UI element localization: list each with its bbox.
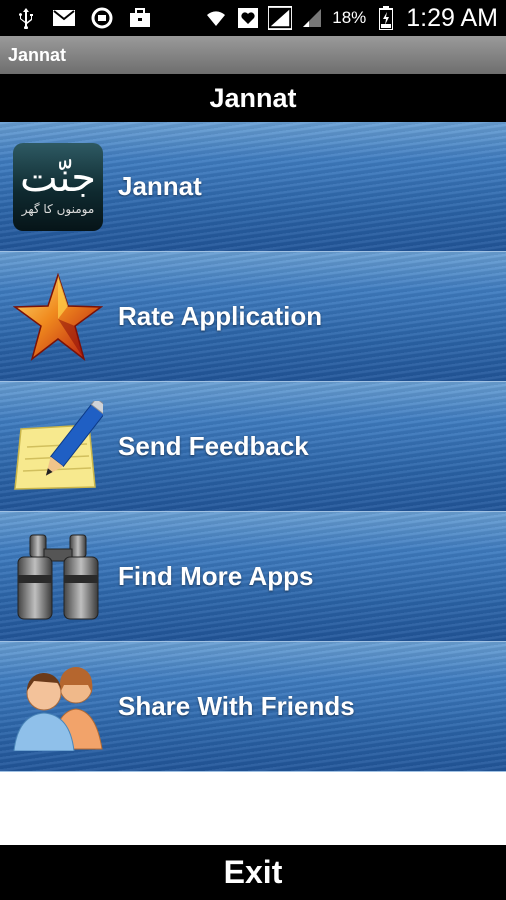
status-right-icons: 18% 1:29 AM xyxy=(204,0,498,36)
heart-icon xyxy=(236,6,260,30)
binoculars-icon xyxy=(12,531,104,623)
menu-item-label: Rate Application xyxy=(118,301,323,331)
logo-title: جنّت xyxy=(19,154,97,201)
menu-item-label: Find More Apps xyxy=(118,561,314,591)
menu-item-find-more-apps[interactable]: Find More Apps xyxy=(0,512,506,642)
menu-item-label: Share With Friends xyxy=(118,691,355,721)
app-title-bar: Jannat xyxy=(0,36,506,74)
menu-item-jannat[interactable]: جنّت مومنوں کا گھر Jannat xyxy=(0,122,506,252)
battery-icon xyxy=(374,6,398,30)
menu-item-share-with-friends[interactable]: Share With Friends xyxy=(0,642,506,772)
signal-icon xyxy=(300,6,324,30)
briefcase-icon xyxy=(128,6,152,30)
page-header: Jannat xyxy=(0,74,506,122)
status-bar: 18% 1:29 AM xyxy=(0,0,506,36)
app-logo-icon: جنّت مومنوں کا گھر xyxy=(12,141,104,233)
status-left-icons xyxy=(14,6,152,30)
exit-button[interactable]: Exit xyxy=(0,845,506,900)
signal-icon xyxy=(268,6,293,30)
email-icon xyxy=(52,6,76,30)
main-menu: جنّت مومنوں کا گھر Jannat Rate Applicati… xyxy=(0,122,506,772)
menu-item-send-feedback[interactable]: Send Feedback xyxy=(0,382,506,512)
sync-icon xyxy=(90,6,114,30)
notepad-pencil-icon xyxy=(12,400,104,493)
menu-item-label: Jannat xyxy=(118,171,202,201)
star-icon xyxy=(12,271,104,363)
people-icon xyxy=(12,661,104,753)
clock-time: 1:29 AM xyxy=(406,3,498,32)
page-title: Jannat xyxy=(209,82,297,113)
wifi-icon xyxy=(204,6,228,30)
app-title: Jannat xyxy=(8,44,67,65)
logo-subtitle: مومنوں کا گھر xyxy=(21,201,95,216)
app-logo: جنّت مومنوں کا گھر xyxy=(13,142,103,231)
exit-label: Exit xyxy=(223,854,283,890)
battery-percent: 18% xyxy=(332,8,367,27)
usb-icon xyxy=(14,6,38,30)
menu-item-rate-application[interactable]: Rate Application xyxy=(0,252,506,382)
menu-item-label: Send Feedback xyxy=(118,431,309,461)
